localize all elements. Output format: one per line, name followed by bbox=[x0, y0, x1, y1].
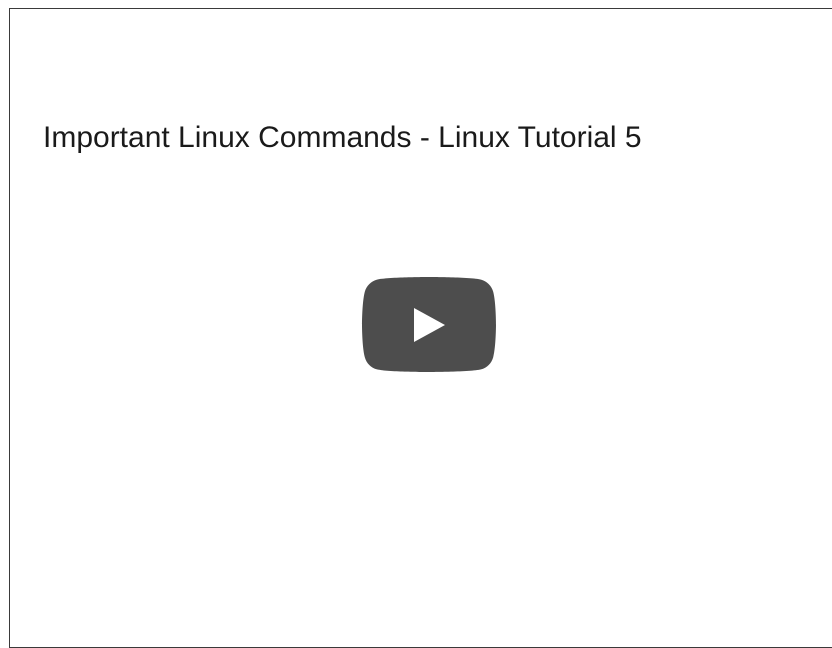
youtube-play-icon bbox=[362, 277, 496, 372]
video-embed-frame[interactable]: Important Linux Commands - Linux Tutoria… bbox=[9, 8, 832, 648]
play-button[interactable] bbox=[361, 277, 497, 372]
video-title[interactable]: Important Linux Commands - Linux Tutoria… bbox=[43, 118, 642, 158]
